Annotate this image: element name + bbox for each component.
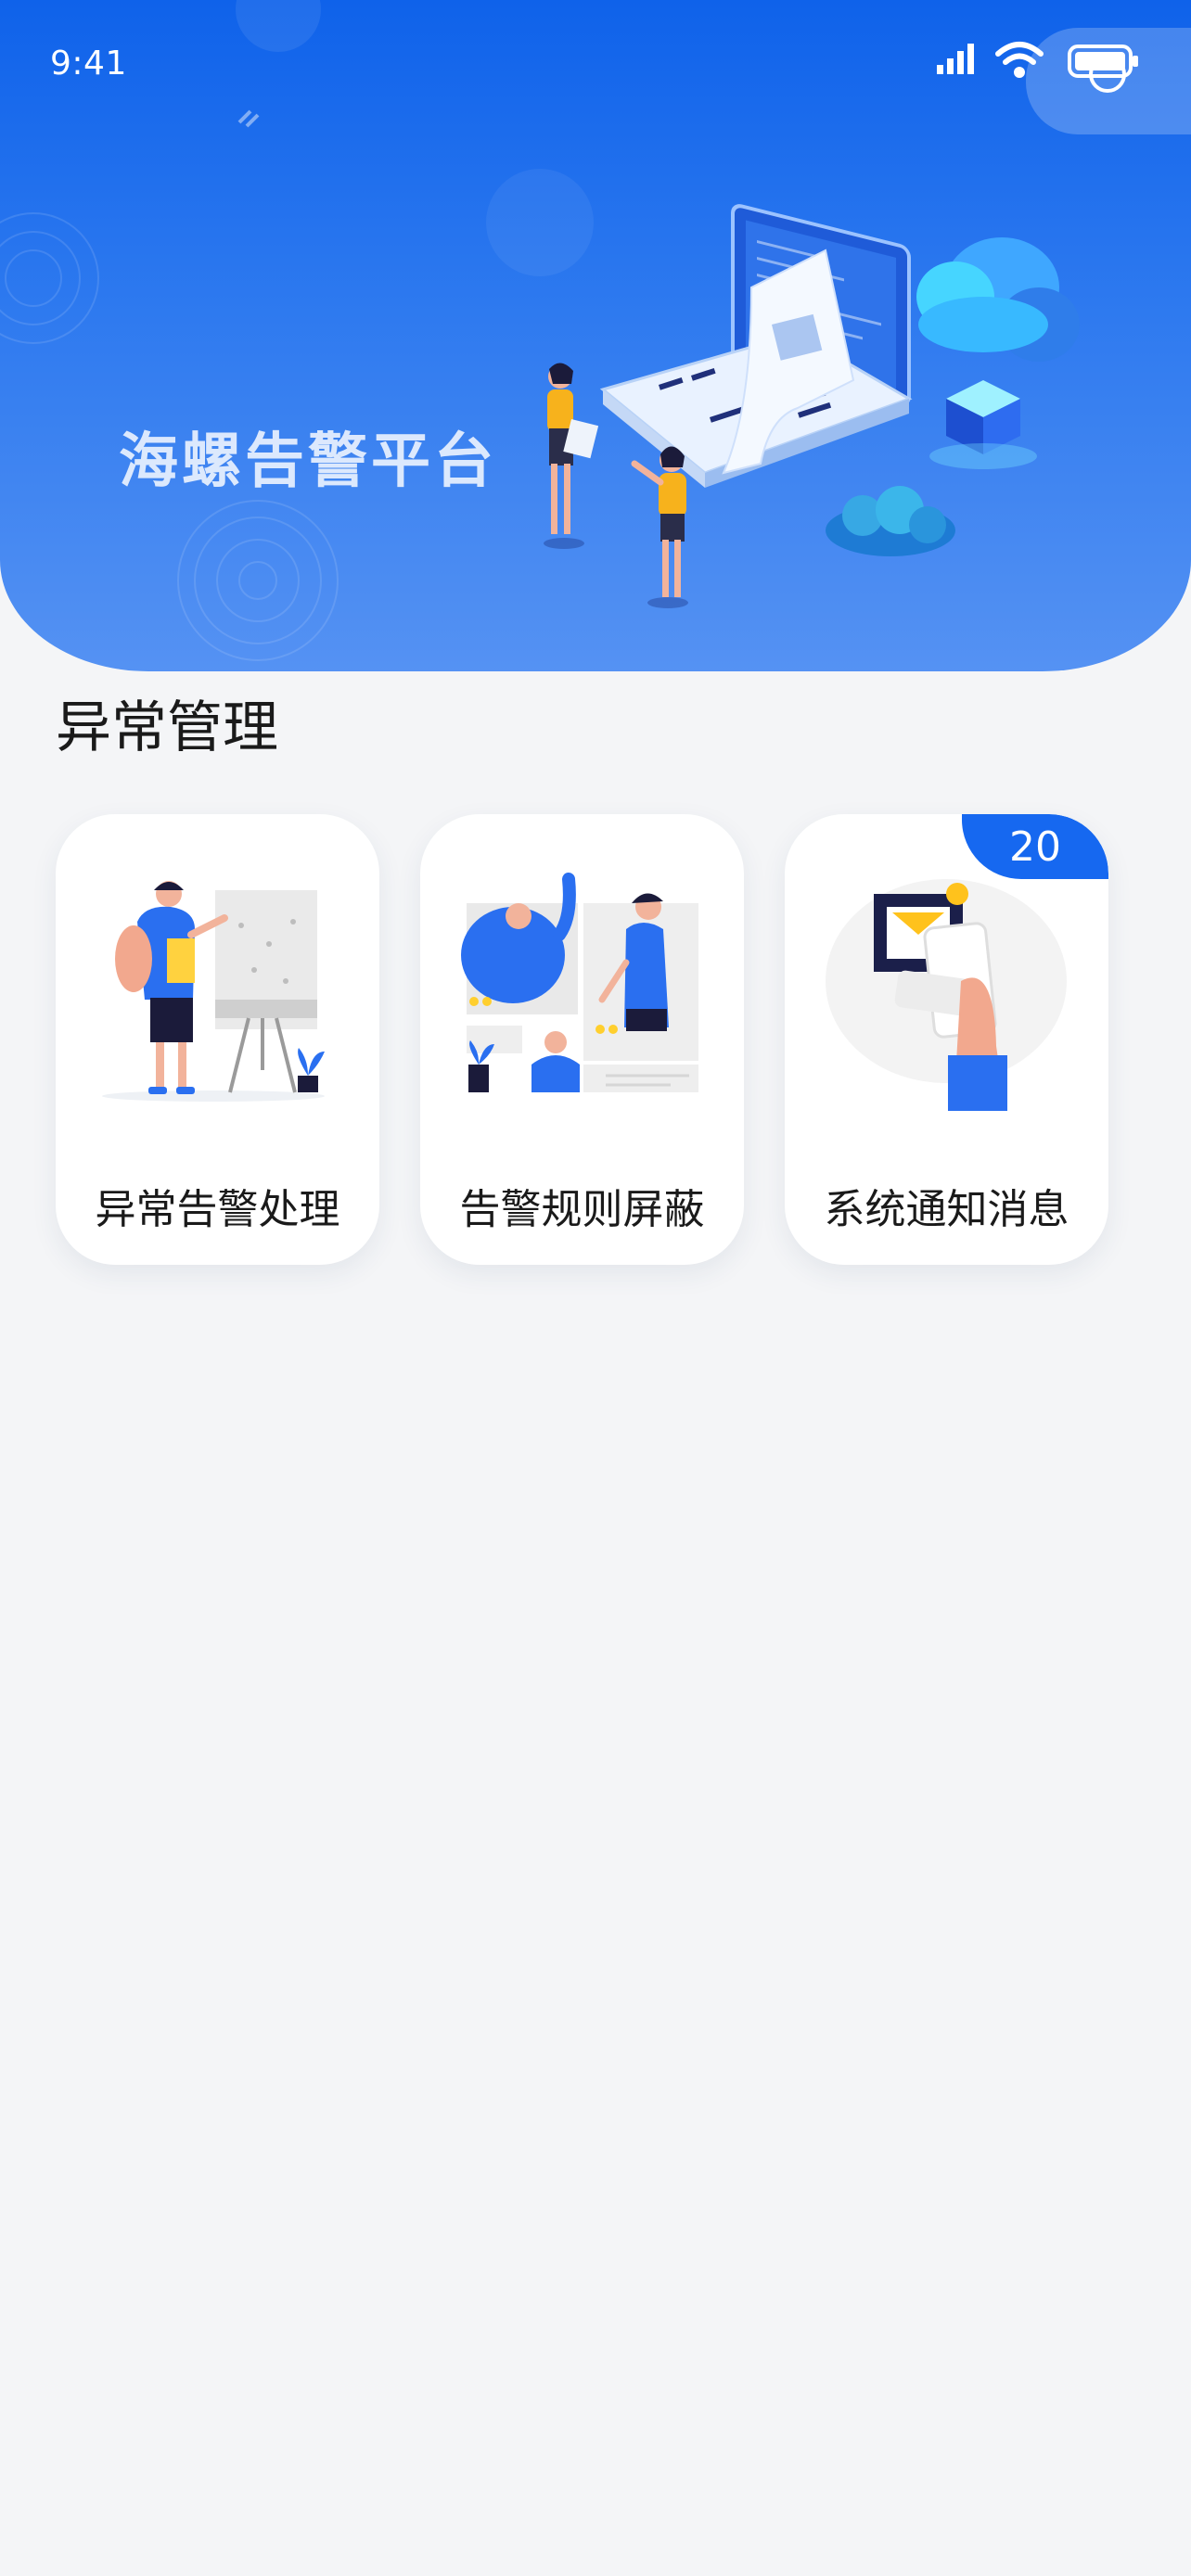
section-title: 异常管理: [56, 695, 278, 760]
wifi-icon: [995, 42, 1044, 78]
hero-banner: 9:41 海螺告警平台: [0, 0, 1191, 671]
status-time: 9:41: [50, 45, 127, 83]
card-label: 系统通知消息: [824, 1186, 1069, 1233]
team-board-icon: [461, 873, 698, 1092]
hero-title: 海螺告警平台: [119, 427, 497, 496]
presenter-icon: [102, 881, 325, 1102]
alarm-platform-illustration: [544, 204, 1080, 608]
signal-icon: [937, 44, 974, 74]
card-label: 异常告警处理: [95, 1186, 340, 1233]
card-alarm-handling[interactable]: 异常告警处理: [56, 814, 379, 1265]
status-bar: 9:41: [0, 0, 1191, 134]
mail-phone-icon: [826, 879, 1067, 1111]
card-label: 告警规则屏蔽: [459, 1186, 705, 1233]
battery-icon: [1068, 45, 1138, 93]
card-rule-shielding[interactable]: 告警规则屏蔽: [420, 814, 744, 1265]
card-system-notifications[interactable]: 20 系统通知消息: [785, 814, 1108, 1265]
